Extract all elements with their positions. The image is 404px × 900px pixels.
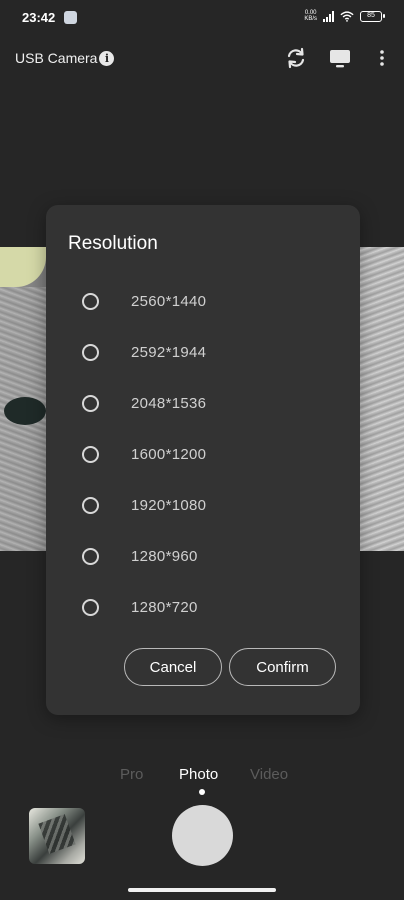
home-indicator[interactable] — [128, 888, 276, 892]
active-mode-indicator — [199, 789, 205, 795]
resolution-option[interactable]: 2592*1944 — [46, 330, 360, 374]
status-indicators: 0.00 KB/s 85 — [304, 10, 385, 22]
mode-video[interactable]: Video — [250, 766, 288, 783]
radio-button[interactable] — [82, 292, 99, 310]
switch-camera-icon[interactable] — [284, 46, 308, 70]
resolution-option-label: 2048*1536 — [131, 394, 207, 412]
network-speed-unit: KB/s — [304, 16, 317, 22]
resolution-option[interactable]: 1280*960 — [46, 534, 360, 578]
shutter-button[interactable] — [172, 805, 233, 866]
confirm-button[interactable]: Confirm — [229, 648, 336, 686]
app-title[interactable]: USB Camera i — [15, 50, 115, 66]
cancel-button[interactable]: Cancel — [124, 648, 222, 686]
preview-leaf — [0, 247, 46, 287]
preview-cat-eye — [4, 397, 46, 425]
radio-button[interactable] — [82, 445, 99, 463]
status-bar: 23:42 0.00 KB/s 85 — [0, 0, 404, 36]
resolution-dialog: Resolution 2560*1440 2592*1944 2048*1536… — [46, 205, 360, 715]
mode-pro[interactable]: Pro — [120, 766, 143, 783]
battery-level: 85 — [367, 11, 375, 19]
resolution-option[interactable]: 1280*720 — [46, 585, 360, 629]
app-title-text: USB Camera — [15, 50, 98, 66]
battery-icon: 85 — [360, 10, 385, 22]
resolution-option-label: 2560*1440 — [131, 292, 207, 310]
top-toolbar: USB Camera i — [0, 40, 404, 76]
network-speed: 0.00 KB/s — [304, 10, 317, 22]
mode-selector: Pro Photo Video — [0, 766, 404, 796]
display-icon[interactable] — [328, 46, 352, 70]
thumbnail-image — [38, 814, 76, 854]
gallery-thumbnail[interactable] — [29, 808, 85, 864]
resolution-option[interactable]: 1920*1080 — [46, 483, 360, 527]
status-time: 23:42 — [22, 10, 56, 25]
signal-icon — [323, 10, 334, 22]
resolution-option[interactable]: 2048*1536 — [46, 381, 360, 425]
camera-screen: 23:42 0.00 KB/s 85 USB Camera i Resoluti… — [0, 0, 404, 900]
more-vert-icon[interactable] — [370, 46, 394, 70]
radio-button[interactable] — [82, 394, 99, 412]
resolution-option-label: 2592*1944 — [131, 343, 207, 361]
dialog-title: Resolution — [68, 233, 158, 254]
resolution-option[interactable]: 2560*1440 — [46, 279, 360, 323]
radio-button[interactable] — [82, 547, 99, 565]
resolution-option-label: 1600*1200 — [131, 445, 207, 463]
resolution-option-label: 1920*1080 — [131, 496, 207, 514]
info-icon[interactable]: i — [99, 50, 115, 66]
radio-button[interactable] — [82, 598, 99, 616]
wifi-icon — [340, 10, 354, 22]
radio-button[interactable] — [82, 496, 99, 514]
mode-photo[interactable]: Photo — [179, 766, 218, 783]
notification-icon — [64, 11, 77, 24]
radio-button[interactable] — [82, 343, 99, 361]
resolution-option-label: 1280*960 — [131, 547, 198, 565]
preview-fur-right — [354, 247, 404, 551]
resolution-option-label: 1280*720 — [131, 598, 198, 616]
resolution-option[interactable]: 1600*1200 — [46, 432, 360, 476]
